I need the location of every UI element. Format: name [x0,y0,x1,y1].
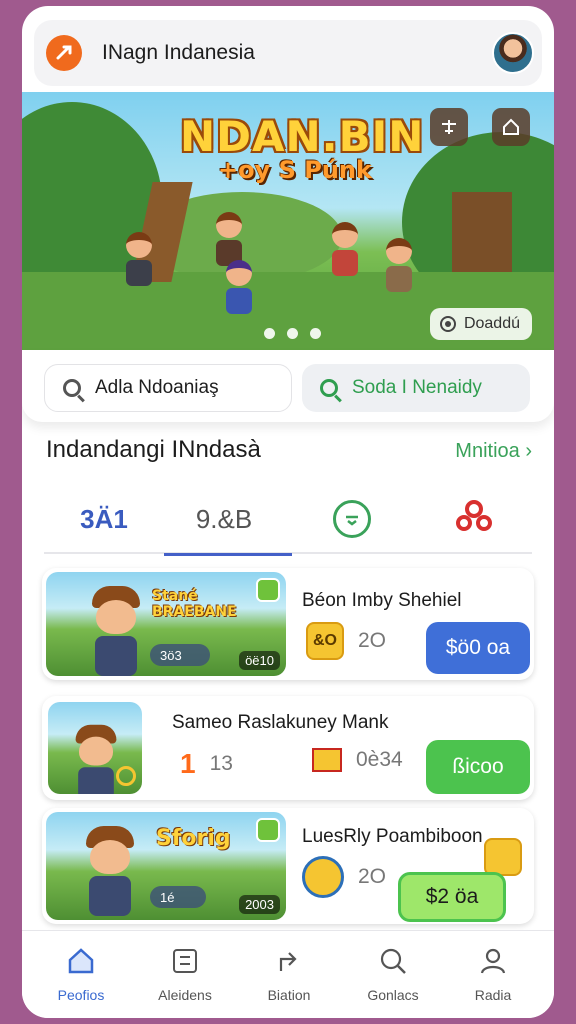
thumbnail-pill: 3ö3 [150,644,210,666]
carousel-dot[interactable] [287,328,298,339]
carousel-dot[interactable] [264,328,275,339]
card-title-text: Sameo Raslakuney Mank [172,712,389,733]
character-illustration [86,826,134,916]
app-header: INagn Indanesia [34,20,542,86]
nav-item-share[interactable]: Biation [244,945,334,1003]
tab-1[interactable]: 3Ä1 [44,490,164,548]
home-icon [65,945,97,977]
card-stat-value-2: 0è34 [356,748,403,771]
character-illustration [92,586,140,676]
price-button[interactable]: $2 öa [398,872,506,922]
banner-character [226,260,252,314]
nav-label: Radia [474,987,512,1003]
nav-item-home[interactable]: Peofios [36,945,126,1003]
tab-2[interactable]: 9.&B [164,490,292,556]
thumbnail-tag: öë10 [239,651,280,670]
nav-label: Gonlacs [367,987,419,1003]
card-title: Béon Imby Shehiel [302,590,462,611]
card-stat-value: 13 [209,752,233,775]
card-stats-secondary: 0è34 [312,748,403,772]
nav-item-profile[interactable]: Radia [448,945,538,1003]
game-card[interactable]: Stané BRAEBANE 3ö3 öë10 Béon Imby Shehie… [42,568,534,680]
card-stats: &O 2O [306,622,386,660]
thumbnail-pill-value: 3ö3 [160,647,182,663]
medal-icon [302,856,344,898]
secondary-search-input[interactable]: Soda I Nenaidy [302,364,530,412]
app-title: INagn Indanesia [102,41,255,64]
chevron-right-icon: › [525,440,532,462]
shield-check-icon [333,500,371,538]
tab-4[interactable] [414,490,534,548]
app-screen: INagn Indanesia NDAN.BIN +oy S Púnk Doad… [22,6,554,1018]
thumbnail-badge-icon [256,818,280,842]
rank-badge: 1 [180,748,196,779]
card-thumbnail [48,702,142,794]
thumbnail-title: Stané BRAEBANE [152,588,237,620]
secondary-search-placeholder: Soda I Nenaidy [352,377,482,398]
nav-item-grid[interactable]: Aleidens [140,945,230,1003]
nav-item-search[interactable]: Gonlacs [348,945,438,1003]
calendar-icon[interactable] [430,108,468,146]
thumbnail-pill-value: 1é [160,889,175,905]
download-button[interactable]: Doaddú [429,308,532,340]
search-placeholder: Adla Ndoaniaş [95,377,219,398]
banner-title: NDAN.BIN [180,112,425,161]
price-button[interactable]: $ö0 oa [426,622,530,674]
app-logo-icon[interactable] [46,35,82,71]
link-icon [454,499,494,540]
profile-icon [477,945,509,977]
section-more-link[interactable]: Mnitioa › [455,440,532,463]
banner-hut [452,192,512,272]
search-icon [63,379,81,397]
thumbnail-badge-icon [256,578,280,602]
nav-label: Aleidens [158,987,212,1003]
category-tabs: 3Ä1 9.&B [44,484,534,556]
coin-icon [116,766,136,786]
carousel-dot[interactable] [310,328,321,339]
bottom-navigation: Peofios Aleidens Biation Gonlacs Radia [22,930,554,1018]
search-row: Adla Ndoaniaş Soda I Nenaidy [22,350,554,422]
card-stats: 2O [302,856,386,898]
tab-3[interactable] [292,490,412,548]
card-stats: 1 13 [180,748,233,780]
nav-label: Peofios [57,987,105,1003]
nav-label: Biation [267,987,311,1003]
card-thumbnail: Sforig 1é 2003 [46,812,286,920]
card-title: LuesRly Poambiboon [302,826,483,847]
thumbnail-pill: 1é [150,886,206,908]
banner-character [386,238,412,292]
banner-subtitle: +oy S Púnk [218,156,372,184]
download-icon [439,316,456,332]
hero-banner[interactable]: NDAN.BIN +oy S Púnk Doaddú [22,92,554,350]
grid-icon [169,945,201,977]
card-stat-value: 2O [358,629,387,652]
game-card[interactable]: Sforig 1é 2003 LuesRly Poambiboon 2O $2 … [42,808,534,924]
character-illustration [75,724,117,794]
search-icon [377,945,409,977]
search-icon [320,379,338,397]
carousel-dots [264,328,321,339]
price-button[interactable]: ßicoo [426,740,530,794]
user-avatar[interactable] [492,32,534,74]
thumbnail-title: Sforig [156,826,231,851]
card-title: Sameo Raslakuney Mank [172,712,389,734]
card-stat-value: 2O [358,865,387,888]
banner-character [216,212,242,266]
banner-character [332,222,358,276]
game-card[interactable]: Sameo Raslakuney Mank 1 13 0è34 ßicoo [42,696,534,800]
banner-character [126,232,152,286]
coin-badge: &O [306,622,344,660]
bonus-badge-icon [484,838,522,876]
card-thumbnail: Stané BRAEBANE 3ö3 öë10 [46,572,286,676]
thumbnail-tag: 2003 [239,895,280,914]
flag-icon [312,748,342,772]
home-icon[interactable] [492,108,530,146]
download-label: Doaddú [463,315,520,332]
share-arrow-icon [273,945,305,977]
search-input[interactable]: Adla Ndoaniaş [44,364,292,412]
section-more-label: Mnitioa [455,440,520,462]
section-title: Indandangi INndasà [46,436,261,463]
